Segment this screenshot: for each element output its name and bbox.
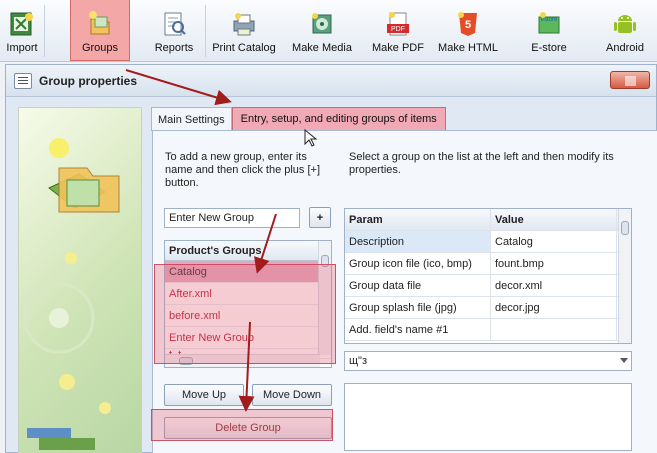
- new-group-input[interactable]: Enter New Group: [164, 208, 300, 228]
- reports-icon: [164, 12, 186, 36]
- grid-cell-value[interactable]: decor.jpg: [491, 297, 617, 318]
- dropdown-value: щ"з: [349, 355, 367, 367]
- chevron-down-icon[interactable]: [620, 358, 628, 363]
- toolbar-separator: [44, 5, 45, 57]
- table-row[interactable]: Group icon file (ico, bmp) fount.bmp: [345, 253, 631, 275]
- window-menu-icon[interactable]: [14, 72, 32, 89]
- reports-button[interactable]: Reports: [143, 0, 205, 60]
- make-media-button[interactable]: Make Media: [284, 0, 360, 60]
- table-row[interactable]: Group splash file (jpg) decor.jpg: [345, 297, 631, 319]
- grid-cell-param[interactable]: Group icon file (ico, bmp): [345, 253, 491, 274]
- tooltip-callout: Entry, setup, and editing groups of item…: [231, 107, 446, 131]
- groups-list-header: Product's Groups: [165, 241, 331, 261]
- group-properties-window: Group properties Main Settings Entry, se…: [5, 64, 657, 453]
- properties-grid[interactable]: Param Value Description Catalog Group ic…: [344, 208, 632, 344]
- value-dropdown[interactable]: щ"з: [344, 351, 632, 371]
- make-html-button[interactable]: 5 Make HTML: [436, 0, 500, 60]
- svg-text:PDF: PDF: [391, 26, 405, 33]
- groups-button[interactable]: Groups: [70, 0, 130, 61]
- grid-header-value: Value: [491, 209, 617, 230]
- scroll-thumb[interactable]: [621, 221, 629, 235]
- groups-highlight-overlay: [154, 264, 336, 364]
- print-catalog-icon: [233, 13, 255, 36]
- table-row[interactable]: Add. field's name #1: [345, 319, 631, 341]
- value-editor[interactable]: [344, 383, 632, 451]
- import-icon: [10, 12, 33, 36]
- table-row[interactable]: Group data file decor.xml: [345, 275, 631, 297]
- svg-text:5: 5: [465, 19, 471, 31]
- grid-cell-param[interactable]: Add. field's name #1: [345, 319, 491, 340]
- grid-cell-value[interactable]: Catalog: [491, 231, 617, 252]
- estore-icon: estore: [538, 12, 560, 34]
- pdf-icon: PDF: [387, 12, 409, 36]
- grid-cell-value[interactable]: fount.bmp: [491, 253, 617, 274]
- grid-cell-value[interactable]: [491, 319, 617, 340]
- toolbar-separator: [205, 5, 206, 57]
- left-hint-text: To add a new group, enter its name and t…: [165, 151, 321, 189]
- estore-button[interactable]: estore E-store: [520, 0, 578, 60]
- html5-icon: 5: [458, 12, 477, 36]
- make-media-icon: [312, 13, 332, 34]
- decorative-sidebar: [18, 107, 142, 453]
- make-pdf-button[interactable]: PDF Make PDF: [366, 0, 430, 60]
- grid-cell-value[interactable]: decor.xml: [491, 275, 617, 296]
- android-icon: [614, 15, 636, 33]
- grid-header-param: Param: [345, 209, 491, 230]
- close-button[interactable]: [610, 71, 650, 89]
- window-title: Group properties: [39, 73, 138, 88]
- main-toolbar: Import Groups Reports Print Catalog Make…: [0, 0, 657, 62]
- grid-cell-param[interactable]: Description: [345, 231, 491, 252]
- delete-highlight-overlay: [151, 409, 333, 441]
- grid-header-row: Param Value: [345, 209, 631, 231]
- sidebar-artwork-icon: [23, 138, 120, 450]
- right-hint-text: Select a group on the list at the left a…: [349, 151, 614, 176]
- tab-strip: Main Settings Entry, setup, and editing …: [151, 107, 446, 131]
- add-group-button[interactable]: +: [309, 207, 331, 228]
- move-up-button[interactable]: Move Up: [164, 384, 244, 406]
- grid-vscroll[interactable]: [618, 209, 631, 343]
- print-catalog-button[interactable]: Print Catalog: [208, 0, 280, 60]
- tab-main-settings[interactable]: Main Settings: [151, 107, 232, 131]
- import-button[interactable]: Import: [0, 0, 44, 60]
- android-button[interactable]: Android: [600, 0, 650, 60]
- window-titlebar: Group properties: [6, 65, 656, 97]
- groups-icon: [89, 11, 110, 35]
- grid-cell-param[interactable]: Group data file: [345, 275, 491, 296]
- grid-cell-param[interactable]: Group splash file (jpg): [345, 297, 491, 318]
- table-row[interactable]: Description Catalog: [345, 231, 631, 253]
- move-down-button[interactable]: Move Down: [252, 384, 332, 406]
